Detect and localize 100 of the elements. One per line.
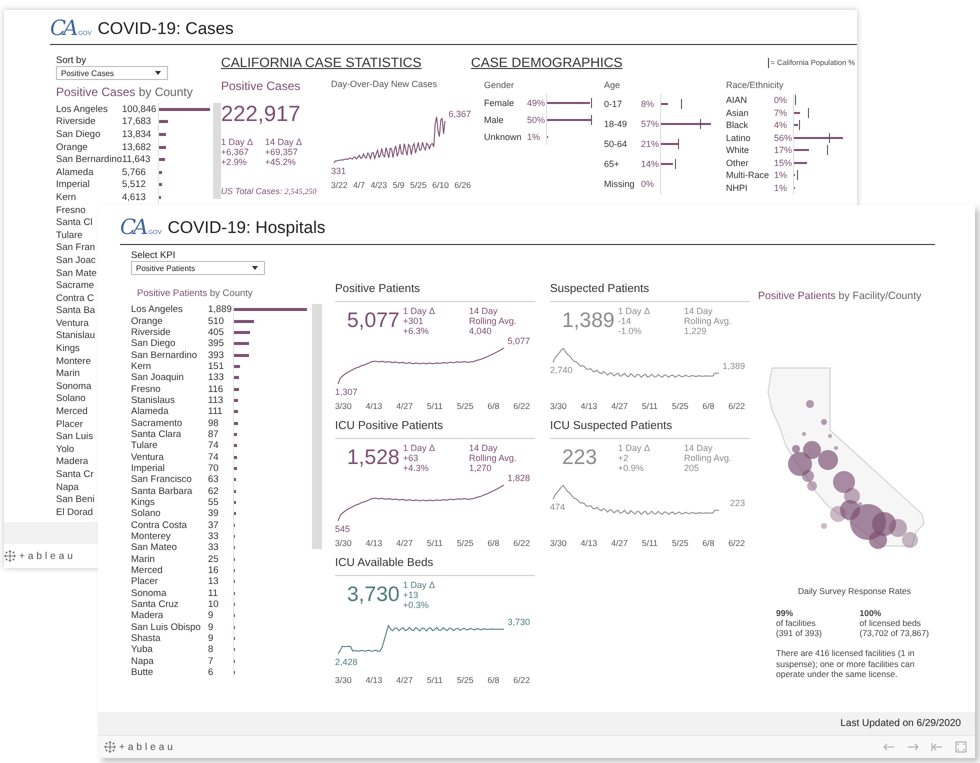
group-title: Age — [604, 80, 622, 90]
percent-value: 0% — [641, 179, 656, 189]
county-value: 13 — [208, 576, 220, 588]
back-arrow-icon[interactable] — [883, 741, 895, 753]
demographic-label: Latino — [726, 132, 752, 143]
axis-label: 3/22 — [331, 180, 348, 190]
axis-label: 6/22 — [728, 401, 745, 411]
plus-cluster-icon — [104, 741, 116, 753]
delta-text: +6.3% — [403, 326, 430, 336]
list-title: Positive Patients by County — [137, 288, 254, 299]
county-name: Stanislaus — [131, 394, 176, 406]
percent-value: 1% — [527, 132, 542, 142]
county-value: 13,682 — [122, 142, 152, 153]
county-value: 9 — [208, 610, 214, 622]
delta-text: +63 — [403, 453, 420, 463]
group-title: Race/Ethnicity — [726, 80, 785, 90]
rolling-average-text: 14 Day — [469, 306, 499, 316]
percent-value: 14% — [641, 159, 660, 169]
first-page-icon[interactable] — [931, 741, 943, 753]
county-name: Santa Cl — [56, 217, 94, 228]
county-value: 393 — [208, 350, 225, 361]
county-value: 9 — [208, 622, 214, 633]
delta-text: +45.2% — [265, 157, 297, 167]
county-name: Santa Ba — [56, 305, 96, 316]
percent-value: 57% — [641, 119, 660, 129]
survey-title: Daily Survey Response Rates — [797, 586, 912, 596]
demographic-label: Black — [726, 120, 750, 130]
percent-value: 1% — [774, 170, 788, 180]
county-name: Merced — [131, 565, 164, 576]
rolling-average-text: 14 Day — [684, 306, 714, 316]
county-name: Madera — [131, 610, 164, 622]
delta-text: +13 — [403, 590, 420, 600]
sort-dropdown[interactable]: Positive Cases — [56, 66, 168, 80]
county-value: 6 — [208, 667, 214, 678]
county-name: Sacramento — [131, 418, 184, 429]
county-name: Los Angeles — [131, 304, 184, 316]
county-name: Santa Clara — [131, 428, 182, 440]
county-name: San Mateo — [131, 542, 178, 554]
percent-value: 0% — [774, 95, 788, 106]
county-name: San Francisco — [131, 474, 193, 486]
county-value: 62 — [208, 486, 220, 497]
county-name: Butte — [131, 667, 154, 678]
county-name: Kings — [56, 343, 81, 354]
county-value: 63 — [208, 474, 220, 486]
axis-label: 4/23 — [370, 180, 388, 190]
axis-label: 5/11 — [642, 401, 658, 411]
axis-label: 6/8 — [488, 675, 500, 685]
axis-label: 6/10 — [432, 180, 449, 190]
county-value: 1,889 — [208, 304, 233, 316]
county-name: Contra C — [56, 292, 96, 304]
axis-label: 5/25 — [672, 538, 688, 548]
axis-label: 4/13 — [366, 401, 382, 411]
county-name: Alameda — [131, 406, 170, 418]
county-name: San Joaquin — [131, 372, 185, 384]
county-name: Napa — [131, 656, 155, 667]
axis-label: 3/30 — [335, 675, 352, 685]
county-value: 37 — [208, 520, 220, 531]
county-name: Orange — [131, 316, 164, 327]
county-name: Monterey — [131, 531, 172, 542]
survey-note: There are 416 licensed facilities (1 in suspense); one or more facilities can operate under the same license. — [776, 648, 916, 680]
panel-title: Suspected Patients — [550, 283, 750, 302]
chart-label: 1,389 — [722, 361, 745, 372]
county-value: 17,683 — [122, 116, 152, 128]
chart-title: Day-Over-Day New Cases — [331, 79, 438, 89]
kpi-dropdown[interactable]: Positive Patients — [131, 261, 265, 275]
county-name: San Bernardino — [131, 350, 198, 361]
panel-title: ICU Available Beds — [335, 557, 535, 576]
delta-text: +301 — [403, 316, 424, 326]
county-name: Fresno — [56, 204, 87, 216]
axis-label: 5/11 — [426, 401, 443, 411]
percent-value: 1% — [774, 182, 788, 193]
demographic-label: 18-49 — [604, 119, 628, 129]
county-name: Solano — [131, 508, 162, 520]
county-value: 13,834 — [122, 128, 152, 140]
axis-label: 4/7 — [353, 180, 365, 190]
scrollbar[interactable] — [312, 304, 322, 549]
section-heading: CASE DEMOGRAPHICS — [471, 55, 623, 70]
rolling-average-text: Rolling Avg. — [469, 453, 518, 463]
county-value: 100,846 — [122, 104, 158, 115]
county-name: Santa Barbara — [131, 486, 194, 497]
forward-arrow-icon[interactable] — [907, 741, 919, 753]
axis-label: 6/22 — [513, 401, 530, 411]
axis-label: 5/25 — [456, 538, 474, 548]
county-name: El Dorad — [56, 506, 94, 518]
percent-value: 49% — [527, 98, 546, 108]
county-name: San Luis Obispo — [131, 622, 202, 633]
county-name: Placer — [131, 576, 159, 588]
axis-label: 4/27 — [396, 675, 413, 685]
dropdown-label: Select KPI — [131, 250, 176, 261]
demographic-label: Unknown — [484, 132, 523, 142]
demographic-label: 65+ — [604, 159, 620, 169]
panel-title: ICU Suspected Patients — [550, 420, 750, 439]
county-value: 116 — [208, 384, 224, 395]
county-value: 55 — [208, 497, 220, 508]
county-value: 74 — [208, 452, 220, 463]
scrollbar[interactable] — [213, 103, 221, 199]
stat-title: Positive Cases — [221, 79, 302, 93]
fullscreen-icon[interactable] — [955, 741, 967, 753]
kpi-value: 5,077 — [347, 309, 401, 333]
county-value: 11,643 — [122, 154, 152, 166]
